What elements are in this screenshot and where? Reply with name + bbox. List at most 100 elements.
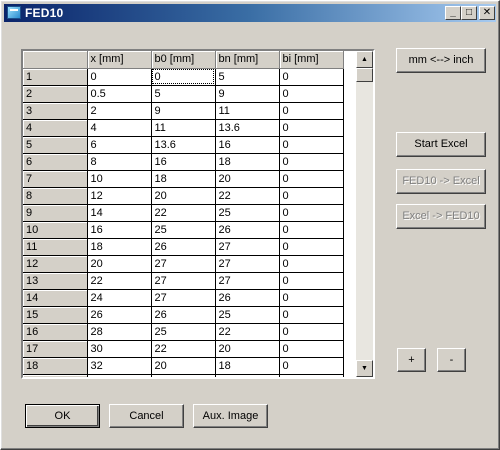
row-header[interactable]: 16 xyxy=(23,323,88,341)
grid-cell-bn[interactable]: 11 xyxy=(215,102,280,120)
grid-cell-bn[interactable]: 26 xyxy=(215,221,280,239)
grid-cell-x[interactable]: 0 xyxy=(87,68,152,86)
grid-cell-b0[interactable]: 20 xyxy=(151,187,216,205)
row-header[interactable]: 5 xyxy=(23,136,88,154)
grid-cell-bi[interactable]: 0 xyxy=(279,221,344,239)
row-header[interactable]: 14 xyxy=(23,289,88,307)
app-icon[interactable] xyxy=(7,6,21,19)
row-header[interactable]: 7 xyxy=(23,170,88,188)
grid-corner[interactable] xyxy=(23,51,88,69)
column-header-b0[interactable]: b0 [mm] xyxy=(151,51,216,69)
grid-cell-x[interactable]: 18 xyxy=(87,238,152,256)
grid-cell-bn[interactable]: 20 xyxy=(215,340,280,358)
grid-cell-b0[interactable]: 18 xyxy=(151,374,216,377)
grid-cell-x[interactable]: 30 xyxy=(87,340,152,358)
grid-cell-b0[interactable]: 16 xyxy=(151,153,216,171)
row-header[interactable]: 18 xyxy=(23,357,88,375)
column-header-bi[interactable]: bi [mm] xyxy=(279,51,344,69)
minimize-button[interactable]: _ xyxy=(445,6,461,20)
grid-cell-x[interactable]: 16 xyxy=(87,221,152,239)
row-header[interactable]: 9 xyxy=(23,204,88,222)
grid-cell-x[interactable]: 0.5 xyxy=(87,85,152,103)
grid-cell-bi[interactable]: 0 xyxy=(279,136,344,154)
row-header[interactable]: 11 xyxy=(23,238,88,256)
grid-cell-bi[interactable]: 0 xyxy=(279,289,344,307)
row-header[interactable]: 19 xyxy=(23,374,88,377)
row-header[interactable]: 1 xyxy=(23,68,88,86)
grid-cell-b0[interactable]: 22 xyxy=(151,340,216,358)
grid-cell-x[interactable]: 20 xyxy=(87,255,152,273)
grid-cell-x[interactable]: 26 xyxy=(87,306,152,324)
grid-cell-b0[interactable]: 11 xyxy=(151,119,216,137)
data-grid[interactable]: x [mm] b0 [mm] bn [mm] bi [mm] 1 0 0 5 0 2 0.5… xyxy=(21,49,375,379)
grid-cell-b0[interactable]: 13.6 xyxy=(151,136,216,154)
grid-cell-bn[interactable]: 22 xyxy=(215,323,280,341)
grid-cell-b0[interactable]: 18 xyxy=(151,170,216,188)
ok-button[interactable]: OK xyxy=(25,404,100,428)
grid-cell-b0[interactable]: 26 xyxy=(151,306,216,324)
grid-cell-b0[interactable]: 20 xyxy=(151,357,216,375)
row-header[interactable]: 8 xyxy=(23,187,88,205)
grid-vertical-scrollbar[interactable]: ▲ ▼ xyxy=(356,51,373,377)
row-header[interactable]: 10 xyxy=(23,221,88,239)
grid-cell-bn[interactable]: 9 xyxy=(215,85,280,103)
grid-cell-bn[interactable]: 16 xyxy=(215,136,280,154)
grid-cell-bi[interactable]: 0 xyxy=(279,306,344,324)
grid-cell-bn[interactable]: 20 xyxy=(215,170,280,188)
grid-cell-x[interactable]: 14 xyxy=(87,204,152,222)
close-button[interactable]: ✕ xyxy=(479,6,495,20)
grid-cell-bn[interactable]: 25 xyxy=(215,204,280,222)
grid-cell-b0[interactable]: 22 xyxy=(151,204,216,222)
grid-cell-bn[interactable]: 13.6 xyxy=(215,119,280,137)
grid-cell-b0[interactable]: 27 xyxy=(151,255,216,273)
grid-cell-bi[interactable]: 0 xyxy=(279,204,344,222)
grid-cell-b0[interactable]: 5 xyxy=(151,85,216,103)
fed10-to-excel-button[interactable]: FED10 -> Excel xyxy=(396,169,486,194)
grid-cell-x[interactable]: 24 xyxy=(87,289,152,307)
row-header[interactable]: 2 xyxy=(23,85,88,103)
grid-cell-bi[interactable]: 0 xyxy=(279,102,344,120)
start-excel-button[interactable]: Start Excel xyxy=(396,132,486,157)
row-header[interactable]: 15 xyxy=(23,306,88,324)
grid-cell-x[interactable]: 4 xyxy=(87,119,152,137)
grid-cell-b0[interactable]: 9 xyxy=(151,102,216,120)
grid-cell-x[interactable]: 10 xyxy=(87,170,152,188)
row-header[interactable]: 4 xyxy=(23,119,88,137)
grid-cell-bi[interactable]: 0 xyxy=(279,374,344,377)
grid-cell-b0[interactable]: 27 xyxy=(151,289,216,307)
grid-cell-x[interactable]: 6 xyxy=(87,136,152,154)
grid-cell-bi[interactable]: 0 xyxy=(279,187,344,205)
excel-to-fed10-button[interactable]: Excel -> FED10 xyxy=(396,204,486,229)
title-bar[interactable]: FED10 _ □ ✕ xyxy=(4,4,496,22)
grid-cell-b0[interactable]: 0 xyxy=(151,68,216,86)
row-header[interactable]: 3 xyxy=(23,102,88,120)
grid-cell-b0[interactable]: 27 xyxy=(151,272,216,290)
grid-cell-bi[interactable]: 0 xyxy=(279,153,344,171)
grid-cell-x[interactable]: 2 xyxy=(87,102,152,120)
cancel-button[interactable]: Cancel xyxy=(109,404,184,428)
grid-cell-bi[interactable]: 0 xyxy=(279,68,344,86)
grid-cell-bi[interactable]: 0 xyxy=(279,85,344,103)
grid-cell-b0[interactable]: 25 xyxy=(151,323,216,341)
grid-cell-bn[interactable]: 18 xyxy=(215,153,280,171)
maximize-button[interactable]: □ xyxy=(461,6,477,20)
grid-cell-bn[interactable]: 27 xyxy=(215,255,280,273)
grid-cell-bn[interactable]: 27 xyxy=(215,272,280,290)
grid-cell-bi[interactable]: 0 xyxy=(279,357,344,375)
grid-cell-bn[interactable]: 18 xyxy=(215,357,280,375)
add-row-button[interactable]: + xyxy=(397,348,426,372)
grid-cell-bn[interactable]: 25 xyxy=(215,306,280,324)
grid-cell-bi[interactable]: 0 xyxy=(279,255,344,273)
grid-cell-bi[interactable]: 0 xyxy=(279,340,344,358)
scroll-thumb[interactable] xyxy=(356,68,373,82)
grid-cell-bn[interactable]: 27 xyxy=(215,238,280,256)
grid-cell-bn[interactable]: 5 xyxy=(215,68,280,86)
scroll-up-arrow-icon[interactable]: ▲ xyxy=(356,51,373,68)
grid-cell-bi[interactable]: 0 xyxy=(279,272,344,290)
scroll-down-arrow-icon[interactable]: ▼ xyxy=(356,360,373,377)
grid-cell-bi[interactable]: 0 xyxy=(279,170,344,188)
mm-inch-toggle-button[interactable]: mm <--> inch xyxy=(396,48,486,73)
grid-cell-bn[interactable]: 16 xyxy=(215,374,280,377)
row-header[interactable]: 6 xyxy=(23,153,88,171)
grid-cell-b0[interactable]: 26 xyxy=(151,238,216,256)
